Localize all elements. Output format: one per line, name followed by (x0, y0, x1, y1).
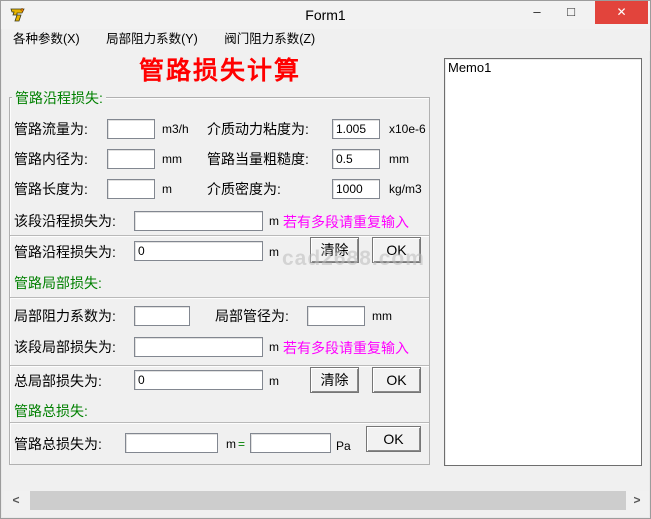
local-repeat-hint: 若有多段请重复输入 (283, 338, 409, 358)
menu-item-local-resistance[interactable]: 局部阻力系数(Y) (95, 29, 209, 51)
viscosity-label: 介质动力粘度为: (207, 120, 309, 138)
grand-total-pa-unit: Pa (336, 439, 351, 453)
equals-sign: = (238, 437, 245, 451)
minimize-button[interactable]: – (521, 1, 553, 24)
local-total-label: 总局部损失为: (14, 372, 102, 390)
separator (10, 235, 429, 237)
form-window: Form1 – □ ✕ 各种参数(X) 局部阻力系数(Y) 阀门阻力系数(Z) … (0, 0, 651, 519)
friction-ok-button[interactable]: OK (372, 237, 421, 263)
local-segment-unit: m (269, 340, 279, 354)
local-pipe-dia-label: 局部管径为: (215, 307, 289, 325)
viscosity-unit: x10e-6 (389, 122, 426, 136)
pipe-loss-groupbox: 管路沿程损失: 管路流量为: m3/h 介质动力粘度为: x10e-6 管路内径… (9, 97, 430, 465)
flow-label: 管路流量为: (14, 120, 88, 138)
local-clear-button[interactable]: 清除 (310, 367, 359, 393)
diameter-label: 管路内径为: (14, 150, 88, 168)
length-label: 管路长度为: (14, 180, 88, 198)
maximize-button[interactable]: □ (553, 1, 589, 24)
density-label: 介质密度为: (207, 180, 281, 198)
friction-total-unit: m (269, 245, 279, 259)
menu-item-valve-resistance[interactable]: 阀门阻力系数(Z) (213, 29, 326, 51)
diameter-unit: mm (162, 152, 182, 166)
density-input[interactable] (332, 179, 380, 199)
local-ok-button[interactable]: OK (372, 367, 421, 393)
length-unit: m (162, 182, 172, 196)
friction-section-caption: 管路沿程损失: (12, 88, 106, 108)
horizontal-scrollbar: < > (4, 491, 649, 510)
diameter-input[interactable] (107, 149, 155, 169)
grand-total-m-input[interactable] (125, 433, 218, 453)
viscosity-input[interactable] (332, 119, 380, 139)
local-coeff-label: 局部阻力系数为: (14, 307, 116, 325)
local-pipe-dia-input[interactable] (307, 306, 365, 326)
friction-total-label: 管路沿程损失为: (14, 243, 116, 261)
scroll-right-icon[interactable]: > (627, 491, 647, 510)
length-input[interactable] (107, 179, 155, 199)
friction-segment-unit: m (269, 214, 279, 228)
grand-total-label: 管路总损失为: (14, 435, 102, 453)
local-segment-input[interactable] (134, 337, 263, 357)
friction-repeat-hint: 若有多段请重复输入 (283, 212, 409, 232)
local-coeff-input[interactable] (134, 306, 190, 326)
flow-unit: m3/h (162, 122, 189, 136)
page-title: 管路损失计算 (9, 51, 431, 87)
local-segment-label: 该段局部损失为: (14, 338, 116, 356)
friction-segment-label: 该段沿程损失为: (14, 212, 116, 230)
flow-input[interactable] (107, 119, 155, 139)
total-section-caption: 管路总损失: (14, 401, 88, 421)
scrollbar-thumb[interactable] (30, 491, 626, 510)
total-ok-button[interactable]: OK (366, 426, 421, 452)
separator (10, 365, 429, 367)
title-bar: Form1 – □ ✕ (1, 1, 650, 29)
density-unit: kg/m3 (389, 182, 422, 196)
separator (10, 297, 429, 299)
grand-total-m-unit: m (226, 437, 236, 451)
memo-textarea[interactable]: Memo1 (444, 58, 642, 466)
menu-bar: 各种参数(X) 局部阻力系数(Y) 阀门阻力系数(Z) (2, 29, 650, 51)
local-total-unit: m (269, 374, 279, 388)
roughness-input[interactable] (332, 149, 380, 169)
menu-item-parameters[interactable]: 各种参数(X) (2, 29, 91, 51)
roughness-label: 管路当量粗糙度: (207, 150, 309, 168)
local-section-caption: 管路局部损失: (14, 273, 102, 293)
close-button[interactable]: ✕ (595, 1, 648, 24)
friction-segment-input[interactable] (134, 211, 263, 231)
local-total-input[interactable] (134, 370, 263, 390)
grand-total-pa-input[interactable] (250, 433, 331, 453)
roughness-unit: mm (389, 152, 409, 166)
separator (10, 422, 429, 424)
local-pipe-dia-unit: mm (372, 309, 392, 323)
friction-clear-button[interactable]: 清除 (310, 237, 359, 263)
friction-total-input[interactable] (134, 241, 263, 261)
scroll-left-icon[interactable]: < (6, 491, 26, 510)
